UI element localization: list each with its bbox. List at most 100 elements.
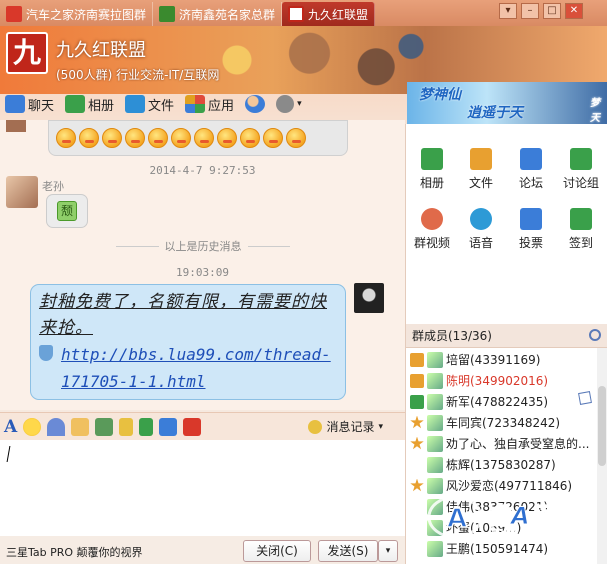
app-label: 文件 xyxy=(468,176,493,190)
add-member-button[interactable] xyxy=(242,92,273,116)
album-icon xyxy=(65,95,86,113)
toolbar-chat-button[interactable]: 聊天 xyxy=(2,92,62,116)
app-file[interactable]: 文件 xyxy=(456,148,506,191)
chat-icon xyxy=(5,95,25,113)
member-row[interactable]: 新军(478822435) xyxy=(406,392,596,411)
member-list-header: 群成员(13/36) xyxy=(406,324,607,348)
group-apps-panel: 相册 文件 论坛 讨论组 群视频 语音 投票 签到 xyxy=(405,124,607,324)
album-icon xyxy=(421,148,443,170)
group-name[interactable]: 九久红联盟 xyxy=(56,36,146,62)
tab-chat-1[interactable]: 汽车之家济南赛拉图群 xyxy=(0,2,154,26)
member-row[interactable]: 栋辉(1375830287) xyxy=(406,455,596,474)
chat-message-area[interactable]: 2014-4-7 9:27:53 老孙 颓 以上是历史消息 19:03:09 封… xyxy=(0,120,405,410)
magic-icon[interactable] xyxy=(47,417,66,436)
admin-icon xyxy=(410,373,424,388)
app-video[interactable]: 群视频 xyxy=(407,208,457,251)
emoji-icon xyxy=(125,128,145,148)
app-vote[interactable]: 投票 xyxy=(506,208,556,251)
message-link[interactable]: http://bbs.lua99.com/thread-171705-1-1.h… xyxy=(61,341,339,395)
app-forum[interactable]: 论坛 xyxy=(506,148,556,191)
member-name: 培留(43391169) xyxy=(446,353,541,367)
avatar xyxy=(427,540,443,557)
group-logo[interactable]: 九 xyxy=(6,32,48,74)
tab-label: 九久红联盟 xyxy=(308,7,369,22)
app-checkin[interactable]: 签到 xyxy=(556,208,606,251)
member-name: 栋辉(1375830287) xyxy=(446,458,556,472)
game-ad-banner[interactable]: 梦神仙 逍遥于天 梦天 xyxy=(407,82,607,124)
app-voice[interactable]: 语音 xyxy=(456,208,506,251)
red-packet-icon[interactable] xyxy=(183,417,202,436)
app-label: 群视频 xyxy=(413,236,450,250)
toolbar-file-button[interactable]: 文件 xyxy=(122,92,182,116)
member-row[interactable]: 车同宾(723348242) xyxy=(406,413,596,432)
history-divider: 以上是历史消息 xyxy=(116,238,290,254)
toolbar-album-button[interactable]: 相册 xyxy=(62,92,122,116)
footer-bar: 三星Tab PRO 颠覆你的视界 关闭(C) 发送(S) ▾ xyxy=(0,536,405,564)
avatar xyxy=(427,456,443,473)
avatar xyxy=(427,414,443,431)
tab-bar: 汽车之家济南赛拉图群 济南鑫苑名家总群 九久红联盟 ▾ – □ ✕ xyxy=(0,0,607,26)
ad-text-link[interactable]: 三星Tab PRO 颠覆你的视界 xyxy=(6,544,143,560)
shield-icon xyxy=(39,345,53,361)
maximize-icon[interactable]: □ xyxy=(543,3,561,19)
sender-name[interactable]: 老孙 xyxy=(42,178,64,194)
avatar xyxy=(427,393,443,410)
note-icon[interactable] xyxy=(119,417,134,436)
image-icon[interactable] xyxy=(95,417,114,436)
emoji-icon xyxy=(56,128,76,148)
avatar[interactable] xyxy=(6,120,26,132)
toolbar-apps-button[interactable]: 应用 xyxy=(182,92,242,116)
send-options-button[interactable]: ▾ xyxy=(378,540,398,562)
banner-line2: 逍遥于天 xyxy=(467,105,523,121)
member-row[interactable]: 陈明(349902016) xyxy=(406,371,596,390)
font-icon[interactable]: A xyxy=(4,417,17,437)
emoji-icon[interactable] xyxy=(23,417,42,436)
sticker-icon[interactable] xyxy=(71,417,90,436)
close-button[interactable]: 关闭(C) xyxy=(243,540,311,562)
app-album[interactable]: 相册 xyxy=(407,148,457,191)
house-group-icon xyxy=(159,6,176,22)
site-watermark-logo: A 鲁A网 www.lua99.com xyxy=(425,492,595,542)
music-icon[interactable] xyxy=(139,417,154,436)
dropdown-icon[interactable]: ▾ xyxy=(499,3,517,19)
member-list-scrollbar[interactable] xyxy=(597,348,607,564)
send-button[interactable]: 发送(S) xyxy=(318,540,378,562)
search-icon[interactable] xyxy=(589,329,601,341)
folder-icon xyxy=(470,148,492,170)
avatar[interactable] xyxy=(354,283,384,313)
message-timestamp: 19:03:09 xyxy=(176,266,229,279)
voice-icon xyxy=(470,208,492,230)
app-label: 投票 xyxy=(518,236,543,250)
message-text: 封釉免费了，名额有限，有需要的快来抢。 xyxy=(39,292,327,338)
blank-icon xyxy=(410,500,424,514)
message-input[interactable] xyxy=(0,440,405,536)
main-toolbar: 聊天 相册 文件 应用 ▾ xyxy=(0,90,405,118)
avatar xyxy=(427,372,443,389)
apps-icon xyxy=(185,95,206,113)
header-art-image xyxy=(150,26,440,94)
folder-icon xyxy=(125,95,146,113)
member-row[interactable]: 劝了心、独自承受窒息的... xyxy=(406,434,596,453)
tab-chat-2[interactable]: 济南鑫苑名家总群 xyxy=(153,2,283,26)
scrollbar-thumb[interactable] xyxy=(598,386,606,466)
member-row[interactable]: 培留(43391169) xyxy=(406,350,596,369)
qq-group-chat-window: 汽车之家济南赛拉图群 济南鑫苑名家总群 九久红联盟 ▾ – □ ✕ 九 九久红联… xyxy=(0,0,607,564)
app-label: 语音 xyxy=(468,236,493,250)
app-discussion[interactable]: 讨论组 xyxy=(556,148,606,191)
member-list-title: 群成员(13/36) xyxy=(412,329,492,343)
message-bubble: 封釉免费了，名额有限，有需要的快来抢。 http://bbs.lua99.com… xyxy=(30,284,346,400)
history-button[interactable]: 消息记录 ▾ xyxy=(308,418,383,435)
app-label: 签到 xyxy=(568,236,593,250)
close-icon[interactable]: ✕ xyxy=(565,3,583,19)
tab-chat-3[interactable]: 九久红联盟 xyxy=(282,2,376,26)
avatar xyxy=(427,435,443,452)
jiu-group-icon xyxy=(288,6,305,22)
admin-icon xyxy=(410,352,424,367)
vote-icon xyxy=(520,208,542,230)
avatar[interactable] xyxy=(6,176,38,208)
discussion-icon xyxy=(570,148,592,170)
minimize-icon[interactable]: – xyxy=(521,3,539,19)
edit-icon[interactable] xyxy=(578,391,592,405)
settings-button[interactable]: ▾ xyxy=(273,92,310,116)
screenshot-icon[interactable] xyxy=(159,417,178,436)
